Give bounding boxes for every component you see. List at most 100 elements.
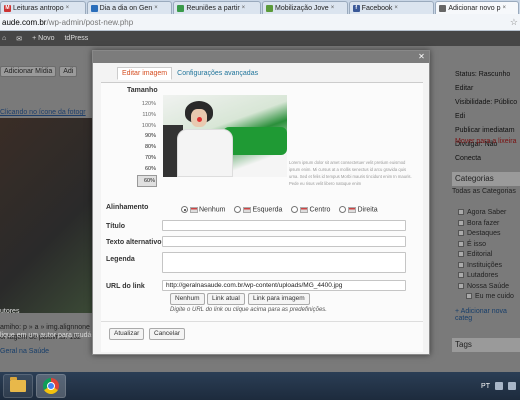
admin-bar-home-icon[interactable]: ⌂	[2, 35, 6, 42]
category-item[interactable]: Bora fazer	[458, 219, 514, 230]
admin-bar-plugin-link[interactable]: tdPress	[64, 35, 88, 42]
browser-tab[interactable]: Dia a dia on Gen ×	[86, 1, 173, 14]
category-item[interactable]: Nossa Saúde	[458, 282, 514, 293]
align-option-none[interactable]: Nenhum	[181, 206, 225, 213]
site-favicon-icon	[177, 4, 185, 12]
radio-button[interactable]	[234, 206, 242, 213]
link-url-input[interactable]: http://geralnasaude.com.br/wp-content/up…	[162, 280, 406, 291]
bookmark-star-icon[interactable]: ☆	[510, 17, 518, 28]
dialog-divider	[101, 321, 423, 322]
size-option[interactable]: 90%	[137, 131, 157, 142]
category-item[interactable]: Instituições	[458, 261, 514, 272]
category-item[interactable]: Editorial	[458, 250, 514, 261]
editor-path: amiho: p » a » img.alignnone	[0, 324, 90, 331]
size-option[interactable]: 70%	[137, 153, 157, 164]
author-link[interactable]: Geral na Saúde	[0, 348, 49, 355]
category-checkbox[interactable]	[458, 251, 464, 258]
size-option[interactable]: 120%	[137, 99, 157, 110]
tab-close-icon[interactable]: ×	[503, 5, 507, 11]
file-explorer-button[interactable]	[3, 374, 33, 398]
publish-status-list: Status: Rascunho Editar Visibilidade: Pú…	[455, 71, 518, 162]
browser-tab[interactable]: f Facebook ×	[348, 1, 435, 14]
browser-tab[interactable]: Reuniões a partir ×	[173, 1, 261, 14]
link-none-button[interactable]: Nenhum	[170, 293, 205, 305]
tab-close-icon[interactable]: ×	[331, 5, 335, 11]
category-checkbox[interactable]	[466, 293, 472, 300]
windows-taskbar: PT	[0, 372, 520, 400]
tags-heading: Tags	[452, 338, 520, 352]
editor-image	[0, 118, 92, 313]
browser-tab[interactable]: M Leituras antropo ×	[0, 1, 86, 14]
alt-text-label: Texto alternativo	[106, 239, 162, 246]
url-text[interactable]: aude.com.br/wp-admin/post-new.php	[2, 18, 133, 27]
editor-toolbar: Adicionar Mídia Adi	[0, 66, 78, 77]
gmail-favicon-icon: M	[4, 4, 11, 12]
tab-advanced-settings[interactable]: Configurações avançadas	[172, 67, 263, 80]
volume-icon[interactable]	[508, 382, 516, 390]
size-option[interactable]: 100%	[137, 121, 157, 132]
radio-button[interactable]	[339, 206, 347, 213]
tab-close-icon[interactable]: ×	[394, 5, 398, 11]
alt-text-input[interactable]	[162, 236, 406, 247]
browser-tab[interactable]: Mobilização Jove ×	[262, 1, 348, 14]
update-button[interactable]: Atualizar	[109, 328, 145, 340]
publish-sidebar: Status: Rascunho Editar Visibilidade: Pú…	[430, 46, 520, 372]
align-option-center[interactable]: Centro	[291, 206, 330, 213]
category-item[interactable]: Agora Saber	[458, 208, 514, 219]
category-item[interactable]: Destaques	[458, 229, 514, 240]
category-item[interactable]: É isso	[458, 240, 514, 251]
link-url-label: URL do link	[106, 283, 145, 290]
align-option-left[interactable]: Esquerda	[234, 206, 282, 213]
language-indicator[interactable]: PT	[481, 383, 490, 390]
close-icon[interactable]: ✕	[417, 52, 426, 61]
dialog-tabs: Editar imagem Configurações avançadas	[117, 67, 263, 80]
caption-textarea[interactable]	[162, 252, 406, 273]
category-checkbox[interactable]	[458, 230, 464, 237]
title-input[interactable]	[162, 220, 406, 231]
category-checkbox[interactable]	[458, 240, 464, 247]
size-option[interactable]: 80%	[137, 142, 157, 153]
radio-button[interactable]	[181, 206, 188, 213]
align-right-icon	[348, 206, 357, 213]
wp-admin-bar: ⌂ ✉ + Novo tdPress	[0, 31, 520, 46]
title-label: Título	[106, 223, 126, 230]
tab-close-icon[interactable]: ×	[66, 5, 70, 11]
admin-bar-new-button[interactable]: + Novo	[32, 35, 54, 42]
cancel-button[interactable]: Cancelar	[149, 328, 186, 340]
link-to-image-button[interactable]: Link para imagem	[248, 293, 310, 305]
move-to-trash-link[interactable]: Mover para a lixeira	[455, 138, 516, 145]
category-list: Agora Saber Bora fazer Destaques É isso …	[458, 208, 514, 303]
admin-bar-comments-icon[interactable]: ✉	[16, 35, 22, 43]
tab-close-icon[interactable]: ×	[154, 5, 158, 11]
tab-edit-image[interactable]: Editar imagem	[117, 67, 173, 80]
system-tray: PT	[481, 382, 520, 390]
network-icon[interactable]	[495, 382, 503, 390]
category-checkbox[interactable]	[458, 261, 464, 268]
alignment-options: Nenhum Esquerda Centro Direita	[181, 206, 378, 213]
editor-content-link[interactable]: Clicando no ícone da fotogr	[0, 109, 86, 116]
size-label: Tamanho	[127, 87, 158, 94]
category-checkbox[interactable]	[458, 282, 464, 289]
align-none-icon	[190, 206, 198, 213]
add-media-button-2[interactable]: Adi	[59, 66, 78, 77]
size-option-selected[interactable]: 60%	[137, 174, 157, 188]
align-option-right[interactable]: Direita	[339, 206, 378, 213]
category-item[interactable]: Eu me cuido	[458, 292, 514, 303]
category-checkbox[interactable]	[458, 219, 464, 226]
radio-button[interactable]	[291, 206, 299, 213]
size-option[interactable]: 110%	[137, 110, 157, 121]
address-bar[interactable]: aude.com.br/wp-admin/post-new.php ☆	[0, 14, 520, 31]
add-media-button[interactable]: Adicionar Mídia	[0, 66, 57, 77]
link-current-button[interactable]: Link atual	[207, 293, 245, 305]
category-item[interactable]: Lutadores	[458, 271, 514, 282]
browser-tab-active[interactable]: Adicionar novo p ×	[435, 1, 520, 14]
category-checkbox[interactable]	[458, 209, 464, 216]
size-option[interactable]: 60%	[137, 164, 157, 175]
tab-close-icon[interactable]: ×	[242, 5, 246, 11]
category-checkbox[interactable]	[458, 272, 464, 279]
chrome-taskbar-button[interactable]	[36, 374, 66, 398]
add-category-link[interactable]: + Adicionar nova categ	[455, 308, 520, 322]
size-selector[interactable]: 120% 110% 100% 90% 80% 70% 60% 60%	[137, 99, 157, 188]
all-categories-tab[interactable]: Todas as Categorias	[452, 188, 516, 195]
folder-icon	[10, 377, 26, 392]
